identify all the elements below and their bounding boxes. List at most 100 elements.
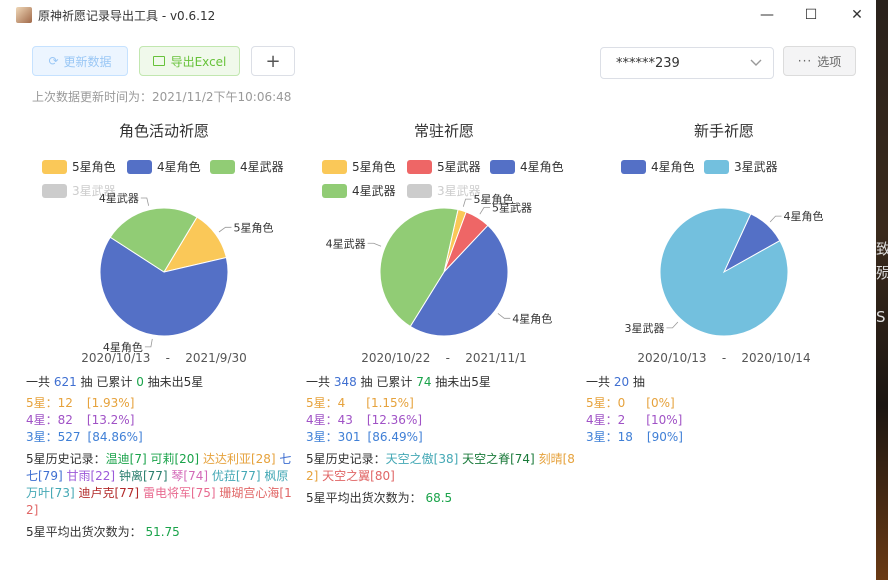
toolbar: ⟳ 更新数据 导出Excel + ******239 ··· 选项 <box>32 46 856 80</box>
star-label: 5星：4 <box>306 396 346 410</box>
slice-label: 4星角色 <box>784 209 824 223</box>
label-leader <box>479 207 491 215</box>
slice-label: 4星武器 <box>99 192 139 205</box>
star-row: 3星：301 [86.49%] <box>306 429 576 446</box>
label-leader <box>367 242 382 247</box>
star-row: 3星：527 [84.86%] <box>26 429 296 446</box>
history-item: 钟离[77] <box>118 469 168 483</box>
legend-swatch <box>704 159 729 174</box>
star-label: 3星：18 <box>586 430 633 444</box>
legend-swatch <box>42 183 67 198</box>
total-count: 20 <box>613 375 630 389</box>
star-row: 5星：0 [0%] <box>586 395 856 412</box>
pool-title: 常驻祈愿 <box>413 122 474 140</box>
legend-label: 4星武器 <box>240 160 284 174</box>
history-item: 优菈[77] <box>211 469 261 483</box>
accum-suffix: 抽未出5星 <box>431 375 491 389</box>
legend-item[interactable]: 3星武器 <box>704 158 778 175</box>
bg-glyph: 殒 <box>876 264 888 282</box>
export-excel-button[interactable]: 导出Excel <box>139 46 240 76</box>
star-stats: 5星：0 [0%] 4星：2 [10%] 3星：18 [90%] <box>586 395 856 446</box>
label-leader <box>666 321 679 329</box>
uid-value: ******239 <box>616 55 680 71</box>
legend-swatch <box>127 159 152 174</box>
legend-item[interactable]: 5星角色 <box>322 158 396 175</box>
maximize-button[interactable]: ☐ <box>788 0 834 30</box>
star-percent: [12.36%] <box>366 413 423 427</box>
label-leader <box>497 313 511 319</box>
legend-swatch <box>407 183 432 198</box>
accum-suffix: 抽未出5星 <box>143 375 204 389</box>
history-item: 甘雨[22] <box>66 469 116 483</box>
star-label: 4星：2 <box>586 413 626 427</box>
legend-item[interactable]: 4星角色 <box>127 158 201 175</box>
date-range: 2020/10/22 - 2021/11/1 <box>361 351 527 365</box>
star-percent: [13.2%] <box>86 413 135 427</box>
uid-select[interactable]: ******239 <box>600 47 774 79</box>
legend-item[interactable]: 4星角色 <box>490 158 564 175</box>
desktop-background: 致 殒 S <box>876 0 888 580</box>
pool-title: 新手祈愿 <box>693 122 754 140</box>
plus-icon: + <box>265 50 281 72</box>
accum-label: 已累计 <box>92 375 137 389</box>
refresh-button[interactable]: ⟳ 更新数据 <box>32 46 128 76</box>
average-value: 68.5 <box>425 491 453 505</box>
star-row: 4星：82 [13.2%] <box>26 412 296 429</box>
options-button[interactable]: ··· 选项 <box>783 46 856 76</box>
minimize-button[interactable]: — <box>744 0 790 30</box>
star-percent: [90%] <box>646 430 683 444</box>
star-row: 5星：4 [1.15%] <box>306 395 576 412</box>
slice-label: 4星角色 <box>512 311 552 325</box>
chevron-down-icon <box>750 59 762 66</box>
legend-item[interactable]: 5星角色 <box>42 158 116 175</box>
window-title: 原神祈愿记录导出工具 - v0.6.12 <box>38 8 216 23</box>
star-row: 4星：43 [12.36%] <box>306 412 576 429</box>
legend-item[interactable]: 4星武器 <box>210 158 284 175</box>
close-button[interactable]: ✕ <box>834 0 880 30</box>
star-label: 4星：43 <box>306 413 353 427</box>
legend-item[interactable]: 5星武器 <box>407 158 481 175</box>
folder-icon <box>152 56 165 66</box>
pool-stats: 一共 20 抽 5星：0 [0%] 4星：2 [10%] 3星：18 [90%] <box>586 374 856 446</box>
legend-item[interactable]: 3星武器 <box>407 182 481 199</box>
total-count: 348 <box>333 375 357 389</box>
legend-item[interactable]: 4星角色 <box>621 158 695 175</box>
total-row: 一共 348 抽 已累计 74 抽未出5星 <box>306 374 576 391</box>
star-stats: 5星：4 [1.15%] 4星：43 [12.36%] 3星：301 [86.49%] <box>306 395 576 446</box>
five-star-history: 5星历史记录：温迪[7] 可莉[20] 达达利亚[28] 七七[79] 甘雨[2… <box>26 451 296 519</box>
options-label: 选项 <box>817 54 842 69</box>
total-count: 621 <box>53 375 77 389</box>
history-item: 温迪[7] <box>105 452 147 466</box>
history-label: 5星历史记录： <box>306 452 386 466</box>
pool-stats: 一共 621 抽 已累计 0 抽未出5星 5星：12 [1.93%] 4星：82 [13… <box>26 374 296 541</box>
export-label: 导出Excel <box>170 54 227 69</box>
history-item: 雷电将军[75] <box>142 486 216 500</box>
total-prefix: 一共 <box>306 375 334 389</box>
average-row: 5星平均出货次数为： 68.5 <box>306 490 576 507</box>
total-suffix: 抽 <box>76 375 93 389</box>
pie-chart: 5星角色5星武器4星角色4星武器 <box>326 192 552 337</box>
legend-label: 5星角色 <box>72 160 116 174</box>
total-row: 一共 20 抽 <box>586 374 856 391</box>
slice-label: 3星武器 <box>624 322 664 335</box>
history-item: 琴[74] <box>171 469 209 483</box>
app-icon <box>16 7 32 23</box>
date-range: 2020/10/13 - 2020/10/14 <box>637 351 811 365</box>
legend-swatch <box>210 159 235 174</box>
history-item: 可莉[20] <box>150 452 200 466</box>
legend-label: 4星角色 <box>651 160 695 174</box>
label-leader <box>218 226 232 233</box>
legend-item[interactable]: 4星武器 <box>322 182 396 199</box>
add-button[interactable]: + <box>251 46 295 76</box>
total-suffix: 抽 <box>629 375 645 389</box>
five-star-history: 5星历史记录：天空之傲[38] 天空之脊[74] 刻晴[82] 天空之翼[80] <box>306 451 576 485</box>
history-item: 天空之傲[38] <box>385 452 459 466</box>
slice-label: 4星武器 <box>326 237 366 250</box>
legend-label: 5星武器 <box>437 160 481 174</box>
date-range: 2020/10/13 - 2021/9/30 <box>81 351 247 365</box>
star-row: 3星：18 [90%] <box>586 429 856 446</box>
average-value: 51.75 <box>145 525 180 539</box>
legend-swatch <box>322 159 347 174</box>
legend-label: 4星角色 <box>520 160 564 174</box>
refresh-icon: ⟳ <box>48 54 59 68</box>
